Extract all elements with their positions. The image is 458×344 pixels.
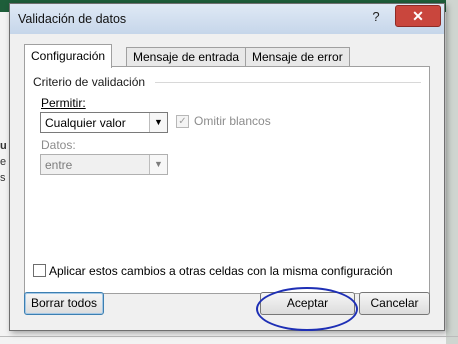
- sheet-gridline: [0, 336, 458, 337]
- group-divider: [155, 82, 421, 83]
- settings-panel: Criterio de validación Permitir: Cualqui…: [24, 66, 430, 294]
- allow-select[interactable]: Cualquier valor ▼: [40, 112, 168, 133]
- allow-label: Permitir:: [41, 96, 86, 110]
- data-select-value: entre: [45, 158, 73, 172]
- close-button[interactable]: ✕: [395, 5, 441, 27]
- tab-configuracion[interactable]: Configuración: [24, 44, 113, 68]
- allow-select-value: Cualquier valor: [45, 116, 126, 130]
- dialog-title: Validación de datos: [18, 12, 127, 26]
- cancel-button[interactable]: Cancelar: [359, 292, 430, 315]
- ignore-blanks-checkbox[interactable]: ✓: [176, 115, 189, 128]
- sheet-right-edge: [446, 0, 458, 344]
- criteria-group-label: Criterio de validación: [33, 75, 146, 89]
- title-bar[interactable]: Validación de datos ? ✕: [10, 4, 444, 34]
- data-label: Datos:: [41, 138, 76, 152]
- data-validation-dialog: Validación de datos ? ✕ Configuración Me…: [9, 3, 445, 331]
- chevron-down-icon[interactable]: ▼: [149, 113, 167, 132]
- clear-all-button[interactable]: Borrar todos: [24, 292, 104, 315]
- data-select[interactable]: entre ▼: [40, 154, 168, 175]
- tab-mensaje-entrada[interactable]: Mensaje de entrada: [126, 47, 247, 67]
- help-button[interactable]: ?: [365, 8, 387, 26]
- apply-all-label: Aplicar estos cambios a otras celdas con…: [49, 264, 393, 278]
- ignore-blanks-label: Omitir blancos: [194, 114, 271, 128]
- annotation-circle: [256, 287, 358, 331]
- allow-label-text: Permitir:: [41, 96, 86, 110]
- apply-all-checkbox[interactable]: [33, 264, 46, 277]
- tab-mensaje-error[interactable]: Mensaje de error: [245, 47, 350, 67]
- chevron-down-icon[interactable]: ▼: [149, 155, 167, 174]
